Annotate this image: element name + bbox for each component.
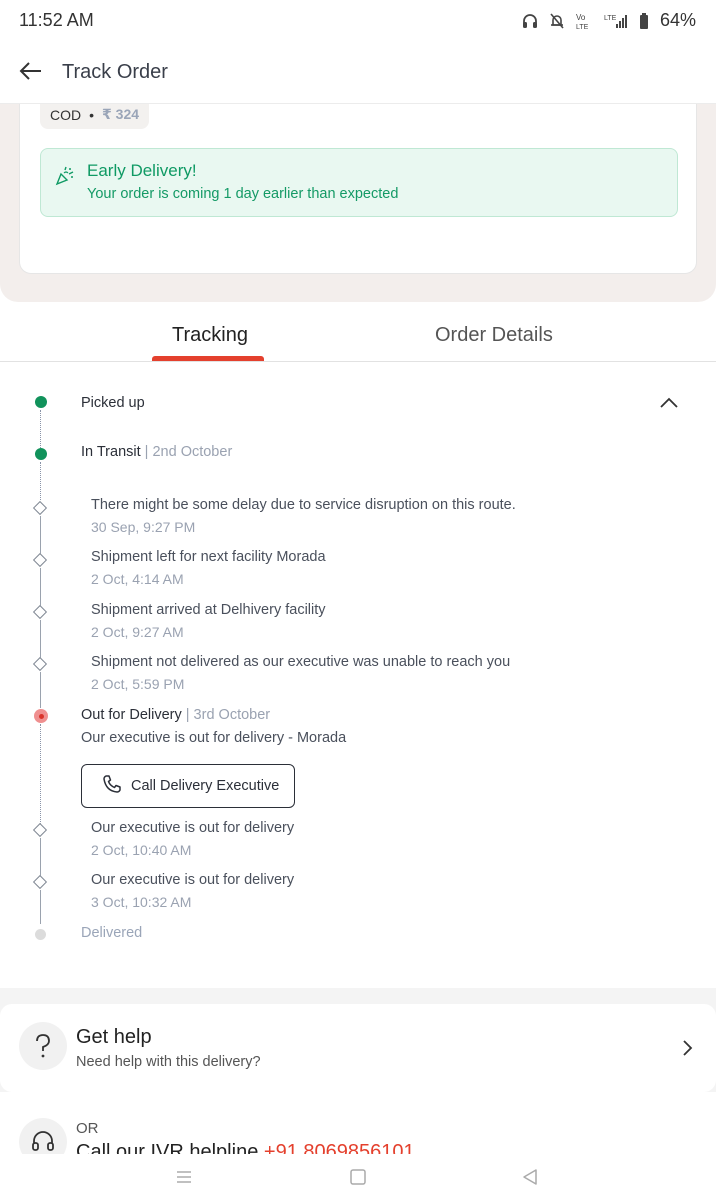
event-marker <box>32 552 48 568</box>
tab-bar: Tracking Order Details <box>0 314 716 362</box>
event-time: 2 Oct, 9:27 AM <box>91 624 184 640</box>
party-popper-icon <box>55 166 75 186</box>
out-for-delivery-dot <box>34 709 48 723</box>
delivered-dot <box>35 929 46 940</box>
payment-method: COD <box>50 106 82 123</box>
event-time: 30 Sep, 9:27 PM <box>91 519 196 535</box>
call-button-label: Call Delivery Executive <box>131 778 280 794</box>
timeline-connector <box>40 516 41 554</box>
home-icon[interactable] <box>349 1168 367 1186</box>
stage-in-transit-date: | 2nd October <box>144 444 233 460</box>
event-text: Shipment arrived at Delhivery facility <box>91 602 326 618</box>
event-time: 2 Oct, 10:40 AM <box>91 842 192 858</box>
early-delivery-banner: Early Delivery! Your order is coming 1 d… <box>40 148 678 217</box>
event-time: 2 Oct, 5:59 PM <box>91 676 185 692</box>
mute-notifications-icon <box>548 12 566 30</box>
lte-signal-icon: LTE <box>604 12 630 30</box>
timeline-connector <box>40 620 41 658</box>
timeline-connector <box>40 410 41 448</box>
timeline-connector <box>40 838 41 876</box>
system-navigation-bar <box>0 1154 716 1200</box>
question-mark-icon <box>19 1022 67 1070</box>
event-text: Our executive is out for delivery <box>91 872 295 888</box>
headphones-icon <box>521 12 539 30</box>
event-text: Shipment not delivered as our executive … <box>91 654 511 670</box>
event-text: Our executive is out for delivery <box>91 820 295 836</box>
chevron-up-icon[interactable] <box>657 395 681 411</box>
get-help-title: Get help <box>76 1026 152 1048</box>
stage-delivered: Delivered <box>81 925 143 941</box>
chip-separator: • <box>89 106 95 123</box>
timeline-connector <box>40 724 41 824</box>
arrow-left-icon[interactable] <box>18 58 44 84</box>
event-marker <box>32 656 48 672</box>
recent-apps-icon[interactable] <box>175 1168 193 1186</box>
get-help-subtitle: Need help with this delivery? <box>76 1054 261 1070</box>
nav-back-icon[interactable] <box>521 1168 539 1186</box>
timeline-connector <box>40 672 41 708</box>
status-bar: 11:52 AM Vo LTE LTE 64% <box>0 0 716 42</box>
svg-text:Vo: Vo <box>576 13 586 22</box>
payment-chip: COD • ₹ 324 <box>40 100 150 129</box>
battery-percentage: 64% <box>659 10 696 30</box>
event-text: Shipment left for next facility Morada <box>91 549 326 565</box>
picked-up-dot <box>35 396 47 408</box>
timeline-connector <box>40 568 41 606</box>
timeline-connector <box>40 890 41 924</box>
svg-text:LTE: LTE <box>576 24 589 30</box>
stage-picked-up: Picked up <box>81 395 145 411</box>
status-icons: Vo LTE LTE 64% <box>521 10 696 31</box>
volte-icon: Vo LTE <box>575 12 595 30</box>
stage-out-for-delivery-label: Out for Delivery <box>81 707 182 723</box>
stage-in-transit: In Transit | 2nd October <box>81 444 232 460</box>
early-delivery-message: Your order is coming 1 day earlier than … <box>87 186 399 202</box>
early-delivery-title: Early Delivery! <box>87 161 197 180</box>
in-transit-dot <box>35 448 47 460</box>
timeline-connector <box>40 462 41 500</box>
event-marker <box>32 874 48 890</box>
order-summary-card: COD • ₹ 324 Early Delivery! Your order i… <box>19 100 697 274</box>
stage-out-for-delivery-date: | 3rd October <box>185 707 271 723</box>
phone-icon <box>102 774 122 798</box>
app-bar: Track Order <box>0 42 716 104</box>
call-delivery-executive-button[interactable]: Call Delivery Executive <box>81 764 295 808</box>
event-time: 2 Oct, 4:14 AM <box>91 571 184 587</box>
get-help-card[interactable]: Get help Need help with this delivery? <box>0 1004 716 1092</box>
event-time: 3 Oct, 10:32 AM <box>91 894 192 910</box>
battery-icon <box>639 12 649 29</box>
tab-order-details[interactable]: Order Details <box>435 324 553 347</box>
stage-in-transit-label: In Transit <box>81 444 141 460</box>
active-tab-indicator <box>152 356 264 361</box>
tab-tracking[interactable]: Tracking <box>172 324 248 347</box>
stage-out-for-delivery: Out for Delivery | 3rd October <box>81 707 270 723</box>
event-text: There might be some delay due to service… <box>91 497 516 513</box>
event-marker <box>32 604 48 620</box>
svg-text:LTE: LTE <box>604 15 617 22</box>
status-time: 11:52 AM <box>19 10 94 30</box>
ivr-or-text: OR <box>76 1120 99 1137</box>
page-title: Track Order <box>62 61 168 83</box>
chevron-right-icon <box>680 1039 694 1057</box>
event-marker <box>32 500 48 516</box>
out-for-delivery-message: Our executive is out for delivery - Mora… <box>81 730 347 746</box>
ivr-helpline-card: OR Call our IVR helpline +91 8069856101 <box>0 1100 716 1160</box>
order-amount: ₹ 324 <box>102 106 140 122</box>
tracking-timeline: Picked up In Transit | 2nd October There… <box>0 362 716 988</box>
event-marker <box>32 822 48 838</box>
